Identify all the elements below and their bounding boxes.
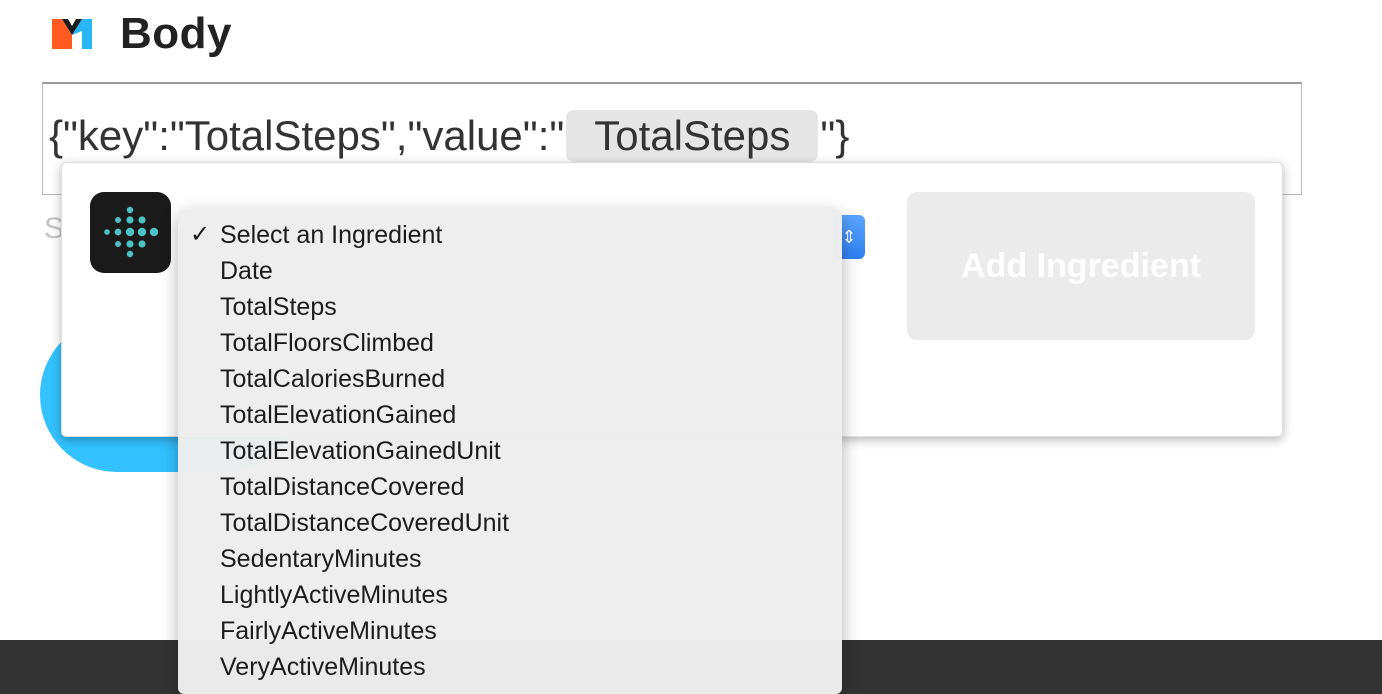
dropdown-option[interactable]: ✓ Select an Ingredient [178, 217, 842, 253]
dropdown-option-label: TotalFloorsClimbed [220, 329, 434, 357]
dropdown-option[interactable]: TotalCaloriesBurned [178, 361, 842, 397]
dropdown-option[interactable]: TotalElevationGained [178, 397, 842, 433]
dropdown-option-label: TotalCaloriesBurned [220, 365, 446, 393]
dropdown-option-label: TotalElevationGained [220, 401, 457, 429]
dropdown-option-label: LightlyActiveMinutes [220, 581, 448, 609]
checkmark-icon: ✓ [190, 221, 211, 248]
dropdown-option-label: Date [220, 257, 273, 285]
dropdown-option[interactable]: TotalElevationGainedUnit [178, 433, 842, 469]
page-title: Body [120, 9, 232, 58]
ingredient-dropdown-menu[interactable]: ✓ Select an Ingredient Date TotalSteps Total… [178, 209, 842, 694]
dropdown-option-label: TotalDistanceCoveredUnit [220, 509, 510, 537]
body-prefix: {"key":"TotalSteps","value":" [49, 112, 565, 159]
dropdown-option[interactable]: VeryActiveMinutes [178, 649, 842, 685]
fitbit-icon [90, 192, 171, 273]
dropdown-option[interactable]: Date [178, 253, 842, 289]
body-suffix: "} [820, 112, 850, 159]
dropdown-option-label: TotalSteps [220, 293, 337, 321]
ingredient-pill[interactable]: TotalSteps [566, 110, 819, 162]
dropdown-option-label: TotalDistanceCovered [220, 473, 465, 501]
dropdown-option-label: FairlyActiveMinutes [220, 617, 437, 645]
dropdown-option-label: SedentaryMinutes [220, 545, 422, 573]
dropdown-option[interactable]: SedentaryMinutes [178, 541, 842, 577]
dropdown-option-label: VeryActiveMinutes [220, 653, 426, 681]
dropdown-option[interactable]: TotalFloorsClimbed [178, 325, 842, 361]
page-header: Body [50, 8, 232, 60]
dropdown-option[interactable]: TotalDistanceCoveredUnit [178, 505, 842, 541]
dropdown-option-label: Select an Ingredient [220, 221, 443, 249]
body-value: {"key":"TotalSteps","value":" TotalSteps… [49, 110, 849, 162]
maker-logo-icon [50, 17, 94, 51]
dropdown-option[interactable]: TotalDistanceCovered [178, 469, 842, 505]
dropdown-option-label: TotalElevationGainedUnit [220, 437, 501, 465]
add-ingredient-button[interactable]: Add Ingredient [907, 192, 1255, 340]
dropdown-options: ✓ Select an Ingredient Date TotalSteps Total… [178, 217, 842, 685]
dropdown-option[interactable]: FairlyActiveMinutes [178, 613, 842, 649]
dropdown-option[interactable]: LightlyActiveMinutes [178, 577, 842, 613]
dropdown-option[interactable]: TotalSteps [178, 289, 842, 325]
